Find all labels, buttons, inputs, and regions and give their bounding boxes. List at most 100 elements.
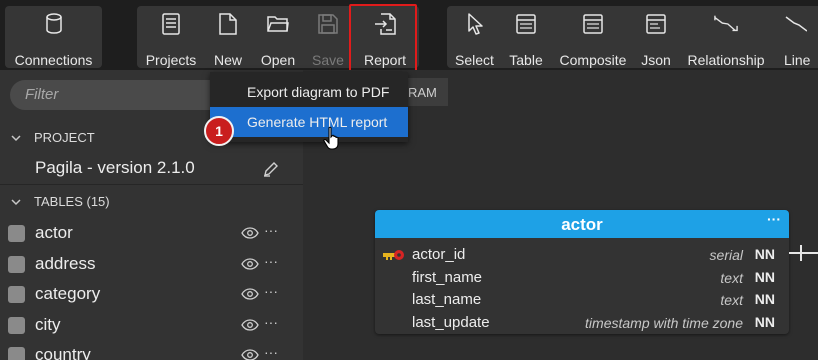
entity-column-row[interactable]: last_update timestamp with time zone NN (375, 312, 789, 335)
chevron-down-icon (0, 131, 34, 145)
entity-column-row[interactable]: actor_id serial NN (375, 244, 789, 267)
open-label: Open (260, 52, 296, 68)
composite-icon (581, 12, 605, 35)
table-name: country (35, 345, 91, 360)
line-icon (784, 12, 808, 35)
column-type: text (720, 269, 743, 286)
open-button[interactable]: Open (251, 6, 305, 68)
table-button[interactable]: Table (502, 6, 550, 68)
table-list-item[interactable]: actor ··· (0, 219, 303, 249)
new-label: New (213, 52, 242, 68)
project-section-header[interactable]: PROJECT (0, 130, 95, 145)
table-list-item[interactable]: address ··· (0, 250, 303, 280)
edit-pencil-icon[interactable] (262, 160, 280, 183)
project-name: Pagila - version 2.1.0 (35, 158, 195, 177)
new-button[interactable]: New (205, 6, 251, 68)
hand-pointer-icon (323, 126, 341, 157)
json-button[interactable]: Json (636, 6, 676, 68)
relationship-button[interactable]: Relationship (676, 6, 776, 68)
column-name: first_name (412, 268, 483, 286)
report-highlight-box (349, 4, 417, 73)
new-file-icon (216, 12, 240, 35)
projects-button[interactable]: Projects (137, 6, 205, 68)
database-icon (42, 12, 66, 35)
entity-column-row[interactable]: first_name text NN (375, 267, 789, 290)
column-name: last_update (412, 313, 490, 331)
json-label: Json (641, 52, 671, 68)
column-not-null: NN (754, 313, 775, 330)
relationship-label: Relationship (687, 52, 765, 68)
relationship-line[interactable] (789, 252, 818, 254)
connections-label: Connections (14, 52, 93, 68)
save-button[interactable]: Save (305, 6, 351, 68)
report-dropdown-menu: Export diagram to PDF Generate HTML repo… (210, 72, 408, 142)
entity-column-row[interactable]: last_name text NN (375, 289, 789, 312)
table-visibility-checkbox[interactable] (8, 256, 25, 273)
more-options-icon[interactable]: ··· (264, 253, 278, 269)
table-name: category (35, 284, 101, 303)
column-type: timestamp with time zone (585, 314, 743, 331)
step-badge: 1 (204, 116, 234, 146)
table-visibility-checkbox[interactable] (8, 317, 25, 334)
toolbar-group-connections: Connections (5, 6, 102, 68)
eye-icon[interactable] (241, 318, 259, 336)
main-toolbar: Connections Projects New Open Save Repor… (0, 0, 818, 73)
eye-icon[interactable] (241, 287, 259, 305)
line-label: Line (784, 52, 811, 68)
composite-button[interactable]: Composite (550, 6, 636, 68)
eye-icon[interactable] (241, 257, 259, 275)
table-visibility-checkbox[interactable] (8, 347, 25, 360)
table-list-item[interactable]: category ··· (0, 280, 303, 310)
table-name: city (35, 315, 61, 334)
tab-diagram[interactable]: RAM (406, 78, 448, 106)
project-header-label: PROJECT (34, 130, 95, 145)
pointer-icon (463, 12, 487, 35)
entity-more-icon[interactable]: ··· (767, 211, 781, 227)
table-name: address (35, 254, 96, 273)
folder-open-icon (266, 12, 290, 35)
eye-icon[interactable] (241, 226, 259, 244)
projects-icon (159, 12, 183, 35)
toolbar-group-tools: Select Table Composite Json Relationship (447, 6, 818, 68)
eye-icon[interactable] (241, 348, 259, 360)
table-label: Table (509, 52, 543, 68)
primary-key-icon (383, 248, 405, 266)
entity-title: actor (561, 215, 603, 234)
entity-header[interactable]: actor ··· (375, 210, 789, 238)
column-name: actor_id (412, 246, 466, 263)
relationship-line-marker (800, 245, 802, 261)
json-icon (644, 12, 668, 35)
column-not-null: NN (754, 268, 775, 285)
connections-button[interactable]: Connections (5, 6, 102, 68)
table-list-item[interactable]: country ··· (0, 341, 303, 360)
more-options-icon[interactable]: ··· (264, 222, 278, 238)
chevron-down-icon (0, 195, 34, 209)
tables-section-header[interactable]: TABLES (15) (0, 194, 110, 209)
table-visibility-checkbox[interactable] (8, 286, 25, 303)
more-options-icon[interactable]: ··· (264, 283, 278, 299)
table-list-item[interactable]: city ··· (0, 311, 303, 341)
composite-label: Composite (559, 52, 627, 68)
column-name: last_name (412, 291, 482, 308)
save-icon (316, 12, 340, 35)
table-name: actor (35, 223, 73, 242)
more-options-icon[interactable]: ··· (264, 314, 278, 330)
section-divider (0, 184, 303, 185)
save-label: Save (312, 52, 344, 68)
menu-item-export-pdf[interactable]: Export diagram to PDF (210, 77, 408, 107)
column-not-null: NN (754, 291, 775, 307)
entity-actor[interactable]: actor ··· actor_id serial NN first_name … (375, 210, 789, 334)
table-icon (514, 12, 538, 35)
select-label: Select (455, 52, 494, 68)
column-type: serial (709, 247, 743, 263)
more-options-icon[interactable]: ··· (264, 344, 278, 360)
line-button[interactable]: Line (776, 6, 818, 68)
table-visibility-checkbox[interactable] (8, 225, 25, 242)
projects-label: Projects (145, 52, 197, 68)
select-button[interactable]: Select (447, 6, 502, 68)
tables-header-label: TABLES (15) (34, 194, 110, 209)
column-type: text (720, 292, 743, 308)
column-not-null: NN (754, 246, 775, 262)
relationship-icon (714, 12, 738, 35)
menu-item-generate-html-report[interactable]: Generate HTML report (210, 107, 408, 137)
